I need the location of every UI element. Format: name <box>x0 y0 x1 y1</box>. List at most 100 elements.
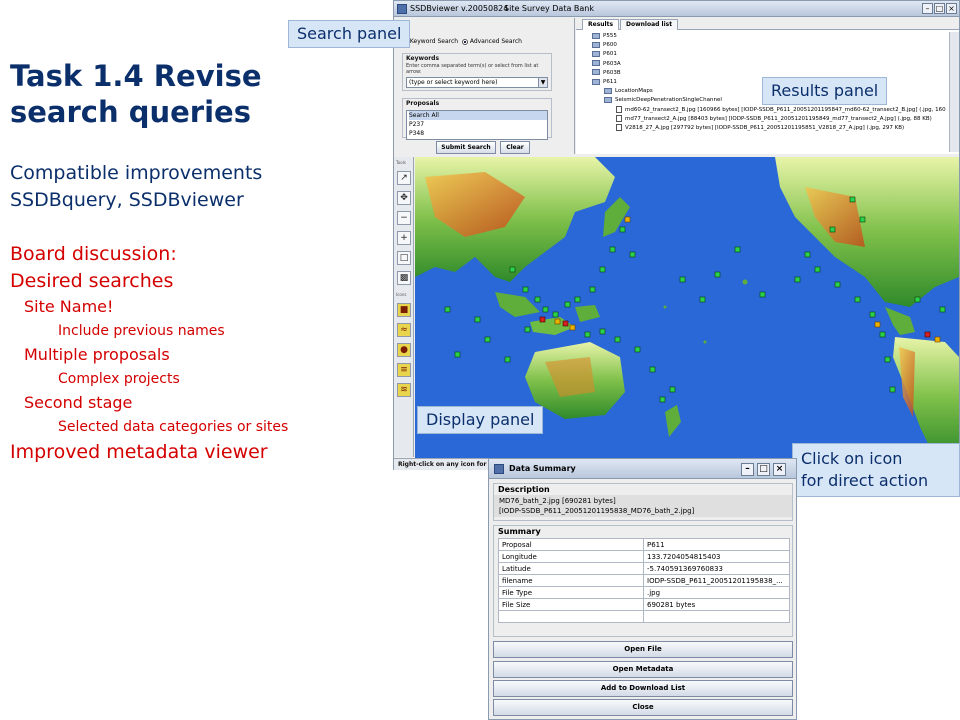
map-toolbar: Tools ↗ ✥ − + □ ▩ Icons ■ ≈ ● ≡ ≋ <box>394 157 414 457</box>
callout-click-icon-line1: Click on icon <box>801 449 903 468</box>
summary-key: File Size <box>498 598 644 611</box>
maximize-icon[interactable]: □ <box>934 3 945 14</box>
folder-icon <box>592 32 600 39</box>
tree-node[interactable]: P555 <box>576 32 946 41</box>
tab-download-list[interactable]: Download list <box>620 19 679 30</box>
summary-key <box>498 610 644 623</box>
document-icon[interactable]: ≡ <box>397 363 411 377</box>
chevron-down-icon[interactable]: ▼ <box>538 78 547 87</box>
description-section: Description MD76_bath_2.jpg [690281 byte… <box>493 483 793 521</box>
tree-node[interactable]: V2818_27_A.jpg [297792 bytes] [IODP-SSDB… <box>576 124 946 133</box>
window-title: SSDBviewer v.20050824 <box>410 4 509 13</box>
summary-key: File Type <box>498 586 644 599</box>
slide-bullet: Improved metadata viewer <box>10 441 268 463</box>
pick-icon[interactable]: ↗ <box>397 171 411 185</box>
summary-key: filename <box>498 574 644 587</box>
close-button[interactable]: Close <box>493 699 793 716</box>
table-row[interactable] <box>498 610 790 623</box>
slide-bullet: SSDBquery, SSDBviewer <box>10 189 244 211</box>
proposal-item[interactable]: Search All <box>409 111 547 120</box>
submit-search-button[interactable]: Submit Search <box>436 141 496 154</box>
maximize-icon[interactable]: □ <box>757 463 770 476</box>
tab-results[interactable]: Results <box>582 19 620 30</box>
proposals-group: Proposals Search All P237 P348 <box>402 98 552 140</box>
proposal-item[interactable]: P348 <box>409 129 547 138</box>
tree-node-label: md77_transect2_A.jpg [88403 bytes] [IODP… <box>625 115 932 122</box>
close-icon[interactable]: × <box>773 463 786 476</box>
summary-value: 133.7204054815403 <box>643 550 790 563</box>
slide-bullet: Board discussion: <box>10 243 177 265</box>
advanced-search-radio[interactable] <box>461 38 468 45</box>
folder-icon <box>592 60 600 67</box>
summary-key: Latitude <box>498 562 644 575</box>
pan-icon[interactable]: ✥ <box>397 191 411 205</box>
tree-node-label: P603B <box>603 69 621 76</box>
callout-click-icon: Click on icon for direct action <box>792 443 960 497</box>
map-layer-icon[interactable]: ▩ <box>397 271 411 285</box>
ssdbviewer-window: SSDBviewer v.20050824 Site Survey Data B… <box>393 0 960 470</box>
results-scrollbar[interactable] <box>949 32 959 152</box>
window-titlebar[interactable]: SSDBviewer v.20050824 Site Survey Data B… <box>394 1 959 17</box>
keywords-label: Keywords <box>406 55 440 62</box>
tree-node[interactable]: P611 <box>576 78 946 87</box>
tree-node-label: P600 <box>603 42 617 49</box>
data-summary-dialog: Data Summary – □ × Description MD76_bath… <box>488 458 797 720</box>
summary-value: .jpg <box>643 586 790 599</box>
tree-node[interactable]: md60-62_transect2_B.jpg [160966 bytes] [… <box>576 105 946 115</box>
table-row[interactable]: Longitude 133.7204054815403 <box>498 550 790 563</box>
icons-label: Icons <box>396 292 407 297</box>
keyword-combo[interactable]: (type or select keyword here) ▼ <box>406 77 548 88</box>
folder-icon <box>592 69 600 76</box>
summary-value: P611 <box>643 538 790 551</box>
tree-node[interactable]: LocationMaps <box>576 87 946 96</box>
location-map-icon[interactable]: ■ <box>397 303 411 317</box>
tree-node[interactable]: P603A <box>576 60 946 69</box>
folder-icon <box>592 50 600 57</box>
profile-icon[interactable]: ≋ <box>397 383 411 397</box>
results-tree[interactable]: P555 P600 P601 P603A P603B P611 LocationMaps Se… <box>576 32 946 150</box>
zoom-out-icon[interactable]: − <box>397 211 411 225</box>
table-row[interactable]: File Type .jpg <box>498 586 790 599</box>
minimize-icon[interactable]: – <box>922 3 933 14</box>
dialog-titlebar[interactable]: Data Summary – □ × <box>489 459 796 479</box>
callout-search-panel: Search panel <box>288 20 411 48</box>
zoom-in-icon[interactable]: + <box>397 231 411 245</box>
summary-value: -5.740591369760833 <box>643 562 790 575</box>
tab-download-label: Download list <box>626 21 673 28</box>
table-row[interactable]: Latitude -5.740591369760833 <box>498 562 790 575</box>
add-to-download-list-button[interactable]: Add to Download List <box>493 680 793 697</box>
summary-key: Proposal <box>498 538 644 551</box>
core-icon[interactable]: ● <box>397 343 411 357</box>
close-icon[interactable]: × <box>946 3 957 14</box>
summary-value <box>643 610 790 623</box>
zoom-box-icon[interactable]: □ <box>397 251 411 265</box>
tree-node[interactable]: SeismicDeepPenetrationSingleChannel <box>576 96 946 105</box>
tree-node-label: P603A <box>603 60 621 67</box>
slide-title: Task 1.4 Revise search queries <box>10 58 300 130</box>
table-row[interactable]: File Size 690281 bytes <box>498 598 790 611</box>
clear-button[interactable]: Clear <box>500 141 530 154</box>
dialog-title: Data Summary <box>509 464 576 473</box>
keyword-search-label: Keyword Search <box>409 38 459 45</box>
minimize-icon[interactable]: – <box>741 463 754 476</box>
tree-node[interactable]: P603B <box>576 69 946 78</box>
proposal-item[interactable]: P237 <box>409 120 547 129</box>
open-metadata-button[interactable]: Open Metadata <box>493 661 793 678</box>
folder-icon <box>604 96 612 103</box>
folder-icon <box>592 41 600 48</box>
table-row[interactable]: Proposal P611 <box>498 538 790 551</box>
tree-node[interactable]: md77_transect2_A.jpg [88403 bytes] [IODP… <box>576 114 946 124</box>
slide-bullet: Multiple proposals <box>24 345 170 364</box>
description-text: MD76_bath_2.jpg [690281 bytes] [IODP-SSD… <box>494 495 792 517</box>
tree-node-label: SeismicDeepPenetrationSingleChannel <box>615 97 722 104</box>
proposals-list[interactable]: Search All P237 P348 <box>406 110 548 140</box>
tree-node[interactable]: P601 <box>576 50 946 59</box>
tree-node-label: P601 <box>603 51 617 58</box>
table-row[interactable]: filename IODP-SSDB_P611_20051201195838_..… <box>498 574 790 587</box>
tree-node[interactable]: P600 <box>576 41 946 50</box>
callout-display-panel: Display panel <box>417 406 544 434</box>
tab-results-label: Results <box>588 21 614 28</box>
seismic-icon[interactable]: ≈ <box>397 323 411 337</box>
open-file-button[interactable]: Open File <box>493 641 793 658</box>
slide-body: Compatible improvements SSDBquery, SSDBvi… <box>10 160 390 466</box>
